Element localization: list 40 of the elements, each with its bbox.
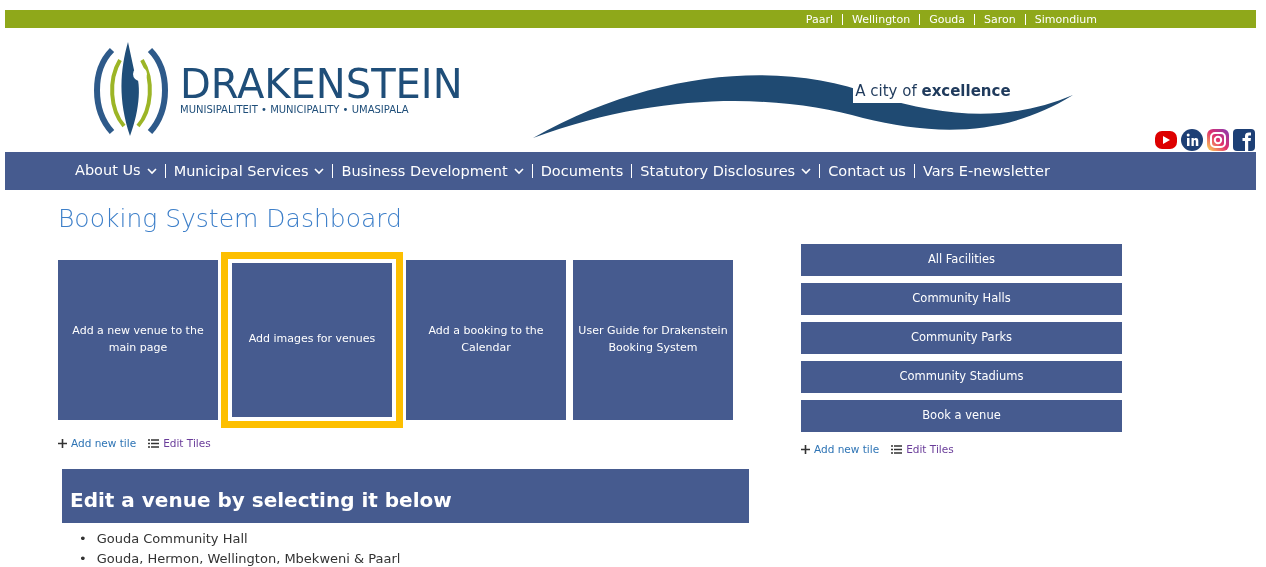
chevron-down-icon[interactable]: [801, 167, 812, 175]
page-title: Booking System Dashboard: [58, 203, 403, 235]
add-tile-link[interactable]: Add new tile: [71, 435, 137, 452]
plus-icon: [58, 438, 67, 448]
nav-link[interactable]: Municipal Services: [173, 163, 309, 179]
edit-tiles-link[interactable]: Edit Tiles: [906, 441, 954, 458]
bullet-mark: •: [79, 530, 87, 549]
nav-link[interactable]: Business Development: [341, 163, 508, 179]
logo-name: DRAKENSTEIN: [180, 64, 463, 104]
chevron-down-icon[interactable]: [146, 167, 157, 175]
facility-button[interactable]: Community Halls: [801, 282, 1122, 315]
nav-link[interactable]: Documents: [540, 163, 624, 179]
nav-link[interactable]: Vars E-newsletter: [922, 163, 1050, 179]
dashboard-tile[interactable]: Add a new venue to the main page: [58, 259, 218, 420]
bullet-mark: •: [79, 549, 87, 567]
chevron-down-icon[interactable]: [513, 167, 524, 175]
plus-icon: [801, 444, 810, 454]
dashboard-tile[interactable]: Add images for venues: [221, 251, 403, 428]
list-icon: [148, 438, 160, 448]
network-icon[interactable]: [1180, 128, 1204, 152]
add-tile-link[interactable]: Add new tile: [814, 441, 880, 458]
chevron-down-icon[interactable]: [314, 167, 325, 175]
venue-item[interactable]: Gouda Community Hall: [96, 529, 248, 549]
venue-item[interactable]: Gouda, Hermon, Wellington, Mbekweni & Paarl: [96, 548, 401, 567]
video-icon[interactable]: [1154, 128, 1178, 152]
facility-button[interactable]: Book a venue: [801, 399, 1122, 432]
camera-icon[interactable]: [1206, 128, 1230, 152]
section-heading: Edit a venue by selecting it below: [62, 469, 749, 524]
social-icon[interactable]: [1232, 128, 1256, 152]
nav-link[interactable]: Statutory Disclosures: [640, 163, 796, 179]
list-icon: [891, 444, 903, 454]
logo-subtitle: MUNISIPALITEIT • MUNICIPALITY • UMASIPALA: [180, 104, 410, 116]
nav-link[interactable]: Contact us: [828, 163, 906, 179]
dashboard-tile[interactable]: Add a booking to the Calendar: [406, 259, 566, 420]
edit-tiles-link[interactable]: Edit Tiles: [163, 435, 211, 452]
facility-button[interactable]: Community Parks: [801, 321, 1122, 354]
nav-link[interactable]: About Us: [75, 160, 141, 182]
facility-button[interactable]: Community Stadiums: [801, 360, 1122, 393]
dashboard-tile[interactable]: User Guide for Drakenstein Booking System: [573, 259, 733, 420]
facility-button[interactable]: All Facilities: [801, 243, 1122, 276]
